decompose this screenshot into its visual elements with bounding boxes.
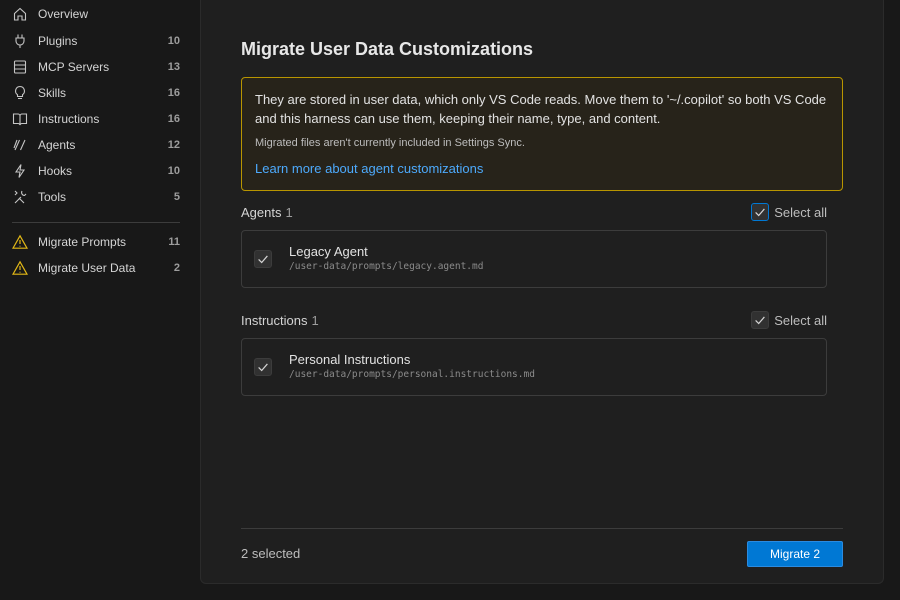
- item-checkbox[interactable]: [254, 358, 272, 376]
- select-all-checkbox[interactable]: [751, 311, 770, 329]
- sidebar-item-count: 16: [167, 87, 180, 99]
- sidebar-item-count: 10: [167, 165, 180, 177]
- home-icon: [12, 6, 28, 22]
- sidebar-item-count: 2: [173, 262, 180, 274]
- sidebar-item-plugins[interactable]: Plugins 10: [0, 28, 196, 54]
- learn-more-link[interactable]: Learn more about agent customizations: [255, 161, 483, 176]
- sidebar-item-migrate-user-data[interactable]: Migrate User Data 2: [0, 255, 196, 281]
- section-title-wrapper: Agents 1: [241, 205, 293, 220]
- section-count: 1: [285, 205, 293, 220]
- sidebar-item-skills[interactable]: Skills 16: [0, 80, 196, 106]
- sidebar-item-label: Skills: [38, 86, 67, 100]
- select-all-checkbox[interactable]: [751, 203, 770, 221]
- item-path: /user-data/prompts/legacy.agent.md: [289, 261, 484, 272]
- item-name: Personal Instructions: [289, 352, 411, 367]
- section-header-instructions: Instructions 1 Select all: [241, 310, 827, 330]
- lightning-icon: [12, 163, 28, 179]
- sidebar-item-count: 13: [167, 61, 180, 73]
- section-title: Instructions: [241, 313, 308, 328]
- sidebar-item-agents[interactable]: Agents 12: [0, 132, 196, 158]
- select-all-instructions[interactable]: Select all: [751, 310, 827, 330]
- warning-icon: [12, 234, 28, 250]
- select-all-label: Select all: [774, 312, 827, 328]
- item-name: Legacy Agent: [289, 244, 368, 259]
- section-title-wrapper: Instructions 1: [241, 313, 319, 328]
- notice-subtext: Migrated files aren't currently included…: [255, 137, 525, 149]
- list-item[interactable]: Personal Instructions /user-data/prompts…: [241, 338, 827, 396]
- server-icon: [12, 59, 28, 75]
- sidebar-item-count: 10: [167, 35, 180, 47]
- book-icon: [12, 111, 28, 127]
- notice-text: They are stored in user data, which only…: [255, 92, 827, 126]
- selection-status: 2 selected: [241, 546, 301, 561]
- lightbulb-icon: [12, 85, 28, 101]
- sidebar-item-label: Tools: [38, 190, 67, 204]
- sidebar-item-instructions[interactable]: Instructions 16: [0, 106, 196, 132]
- check-icon: [755, 316, 766, 325]
- sidebar-item-count: 11: [168, 236, 180, 248]
- sidebar-item-label: Plugins: [38, 34, 78, 48]
- sidebar-item-count: 12: [167, 139, 180, 151]
- sidebar-item-label: Agents: [38, 138, 76, 152]
- sidebar-item-count: 16: [167, 113, 180, 125]
- item-path: /user-data/prompts/personal.instructions…: [289, 369, 535, 380]
- sidebar-item-label: MCP Servers: [38, 60, 110, 74]
- list-item[interactable]: Legacy Agent /user-data/prompts/legacy.a…: [241, 230, 827, 288]
- footer-divider: [241, 528, 843, 529]
- sidebar-item-label: Migrate Prompts: [38, 235, 127, 249]
- sidebar-item-tools[interactable]: Tools 5: [0, 184, 196, 210]
- check-icon: [258, 255, 268, 264]
- section-header-agents: Agents 1 Select all: [241, 202, 827, 222]
- check-icon: [755, 208, 766, 217]
- plug-icon: [12, 33, 28, 49]
- sidebar-item-label: Instructions: [38, 112, 100, 126]
- sidebar-item-label: Hooks: [38, 164, 73, 178]
- sidebar-item-migrate-prompts[interactable]: Migrate Prompts 11: [0, 229, 196, 255]
- migrate-button[interactable]: Migrate 2: [747, 541, 843, 567]
- agent-icon: [12, 137, 28, 153]
- sidebar-item-label: Overview: [38, 7, 89, 21]
- sidebar-item-mcp-servers[interactable]: MCP Servers 13: [0, 54, 196, 80]
- warning-icon: [12, 260, 28, 276]
- sidebar: Overview Plugins 10 MCP Servers 13 Skill…: [0, 0, 196, 600]
- tools-icon: [12, 189, 28, 205]
- main-panel: Migrate User Data Customizations They ar…: [200, 0, 884, 584]
- select-all-label: Select all: [774, 204, 827, 220]
- sidebar-item-count: 5: [173, 191, 180, 203]
- section-title: Agents: [241, 205, 282, 220]
- info-notice: They are stored in user data, which only…: [241, 77, 843, 191]
- check-icon: [258, 363, 268, 372]
- sidebar-divider: [12, 222, 180, 223]
- sidebar-item-overview[interactable]: Overview: [0, 1, 196, 27]
- page-title: Migrate User Data Customizations: [241, 39, 534, 59]
- item-checkbox[interactable]: [254, 250, 272, 268]
- sidebar-item-label: Migrate User Data: [38, 261, 136, 275]
- section-count: 1: [311, 313, 319, 328]
- select-all-agents[interactable]: Select all: [751, 202, 827, 222]
- sidebar-item-hooks[interactable]: Hooks 10: [0, 158, 196, 184]
